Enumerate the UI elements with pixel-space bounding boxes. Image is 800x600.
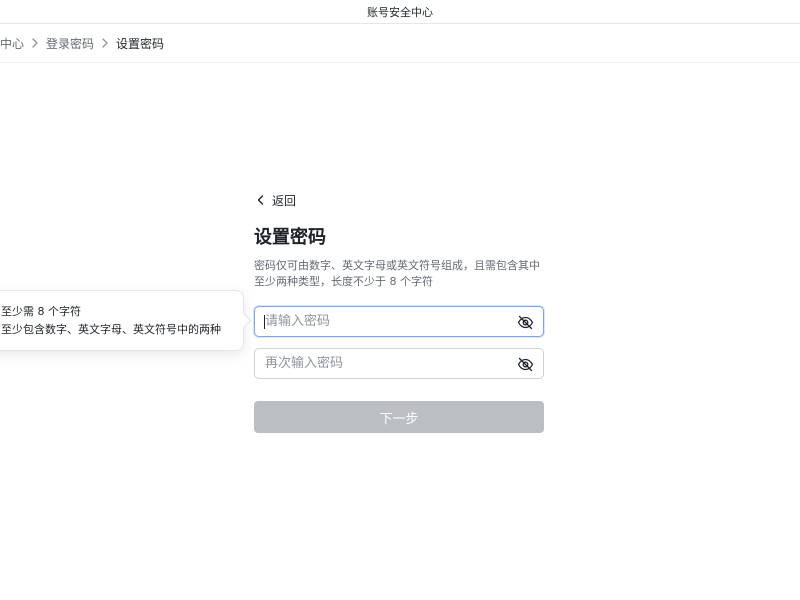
next-button[interactable]: 下一步 [254, 401, 544, 433]
rule-char-types: 至少包含数字、英文字母、英文符号中的两种 [1, 323, 221, 336]
breadcrumb-item-login-password[interactable]: 登录密码 [46, 35, 94, 52]
rule-min-length: 至少需 8 个字符 [1, 305, 81, 318]
password-requirements-text: 密码仅可由数字、英文字母或英文符号组成，且需包含其中至少两种类型，长度不少于 8… [254, 259, 540, 288]
text-cursor [264, 315, 265, 329]
set-password-form: 返回 设置密码 密码仅可由数字、英文字母或英文符号组成，且需包含其中至少两种类型… [254, 190, 545, 433]
page-title: 设置密码 [254, 227, 326, 248]
back-button[interactable]: 返回 [254, 190, 545, 210]
breadcrumb-item-set-password: 设置密码 [116, 36, 165, 51]
back-label: 返回 [272, 193, 297, 208]
chevron-right-icon [94, 36, 116, 50]
window-title-bar: 账号安全中心 [0, 0, 800, 24]
chevron-left-icon [254, 193, 268, 207]
confirm-password-input[interactable] [255, 349, 515, 378]
eye-off-icon[interactable] [517, 314, 534, 331]
password-field[interactable] [254, 306, 544, 337]
window-title: 账号安全中心 [367, 5, 433, 19]
breadcrumb: 中心 登录密码 设置密码 [0, 24, 800, 63]
confirm-password-field[interactable] [254, 348, 544, 379]
eye-off-icon[interactable] [517, 356, 534, 373]
password-input[interactable] [255, 307, 515, 336]
chevron-right-icon [24, 36, 46, 50]
breadcrumb-item-security-center[interactable]: 中心 [0, 35, 24, 52]
password-rules-tooltip: 至少需 8 个字符 至少包含数字、英文字母、英文符号中的两种 [0, 290, 252, 351]
